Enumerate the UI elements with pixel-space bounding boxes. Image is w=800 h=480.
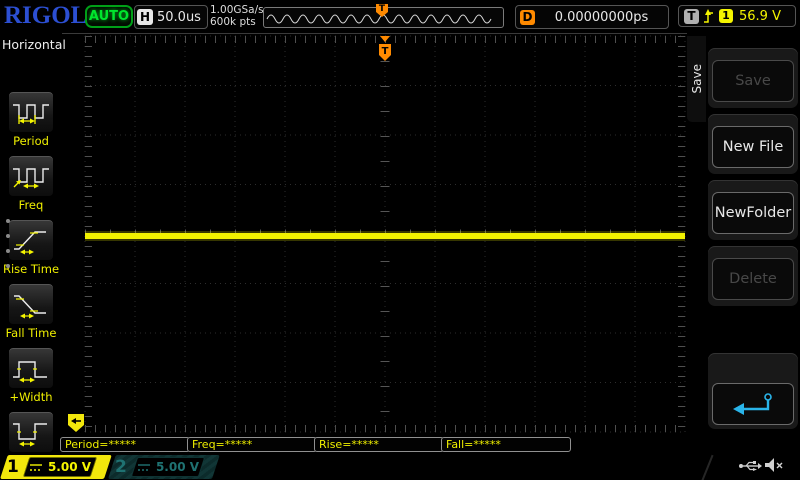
menu-slot: NewFolder [708, 180, 798, 240]
menu-slot [708, 353, 798, 429]
graticule: T [68, 35, 686, 433]
channel-2-number: 2 [115, 457, 127, 477]
channel-2-status[interactable]: 2 5.00 V [108, 455, 220, 479]
rigol-logo: RIGOL [4, 2, 88, 29]
channel-2-panel: 5.00 V [130, 457, 206, 477]
usb-icon [739, 461, 762, 471]
freq-icon [13, 168, 49, 189]
run-status-badge: AUTO [85, 5, 133, 28]
trigger-delay-box: D 0.00000000ps [515, 5, 669, 29]
measurement-rise: Rise=***** [314, 437, 444, 452]
bottom-bar-divider [700, 454, 714, 480]
trigger-source-badge: 1 [719, 9, 733, 23]
sidebar-item-label: Period [13, 134, 49, 148]
new-folder-button[interactable]: NewFolder [712, 192, 794, 234]
rise-time-button[interactable] [8, 219, 54, 261]
menu-slot: Save [708, 48, 798, 108]
fall-time-icon [14, 295, 46, 319]
save-menu: Save Save New File NewFolder Delete [687, 33, 800, 445]
return-arrow-icon [733, 393, 772, 415]
menu-scroll-dot [6, 249, 10, 253]
delay-value: 0.00000000ps [554, 9, 649, 25]
period-icon [13, 104, 49, 124]
minus-width-button[interactable] [8, 411, 54, 453]
delete-button[interactable]: Delete [712, 258, 794, 300]
rise-time-icon [14, 231, 46, 255]
dc-coupling-icon [29, 463, 42, 471]
channel-1-scale: 5.00 V [47, 460, 92, 474]
horizontal-label: H [137, 9, 153, 25]
sample-rate: 1.00GSa/s [210, 4, 264, 16]
plus-width-icon [13, 361, 47, 383]
new-file-button[interactable]: New File [712, 126, 794, 168]
trigger-info-box: T 1 56.9 V [678, 5, 796, 27]
channel-1-number: 1 [7, 457, 19, 477]
channel-1-panel: 5.00 V [22, 457, 98, 477]
sidebar-item-fall-time: Fall Time [0, 283, 62, 340]
menu-scroll-dot [6, 264, 10, 268]
channel-2-scale: 5.00 V [155, 460, 200, 474]
menu-slot: New File [708, 114, 798, 174]
oscilloscope-screen: { "top_bar": { "logo": "RIGOL", "run_sta… [0, 0, 800, 480]
plus-width-button[interactable] [8, 347, 54, 389]
sidebar-item-freq: Freq [0, 155, 62, 212]
sidebar-item-label: Freq [18, 198, 44, 212]
memory-depth: 600k pts [210, 16, 256, 28]
fall-time-button[interactable] [8, 283, 54, 325]
measure-sidebar: Horizontal Period Freq Rise Time Fall Ti… [0, 33, 66, 480]
trigger-position-marker-icon[interactable]: T [379, 36, 391, 61]
enter-button[interactable] [712, 383, 794, 425]
horizontal-scale-box: H 50.0us [134, 5, 208, 29]
delay-label: D [520, 9, 535, 25]
channel-status-bar: 1 5.00 V 2 5.00 V [0, 453, 800, 480]
channel-1-status[interactable]: 1 5.00 V [0, 455, 112, 479]
freq-button[interactable] [8, 155, 54, 197]
menu-tab-label: Save [689, 64, 704, 94]
measurement-fall: Fall=***** [441, 437, 571, 452]
trigger-level-value: 56.9 V [739, 8, 781, 24]
trigger-label: T [684, 8, 699, 24]
rising-edge-icon [704, 8, 713, 23]
menu-scroll-dot [6, 219, 10, 223]
waveform-memory-preview: T [263, 4, 504, 28]
menu-scroll-dot [6, 234, 10, 238]
measurement-period: Period=***** [60, 437, 190, 452]
minus-width-icon [13, 423, 47, 447]
ch1-offset-marker-icon[interactable] [68, 414, 84, 432]
svg-text:T: T [382, 46, 389, 57]
sidebar-item-label: +Width [9, 390, 53, 404]
measure-menu-title: Horizontal [2, 37, 66, 52]
sidebar-item-period: Period [0, 91, 62, 148]
dc-coupling-icon [137, 463, 150, 471]
sidebar-item-plus-width: +Width [0, 347, 62, 404]
speaker-muted-icon [765, 458, 783, 472]
sidebar-item-label: Fall Time [5, 326, 57, 340]
horizontal-scale-value: 50.0us [157, 9, 201, 25]
measurement-freq: Freq=***** [187, 437, 317, 452]
menu-tab-save: Save [687, 36, 706, 122]
menu-slot: Delete [708, 246, 798, 306]
save-button[interactable]: Save [712, 60, 794, 102]
period-button[interactable] [8, 91, 54, 133]
acquisition-info: 1.00GSa/s 600k pts [210, 4, 264, 28]
top-status-bar: RIGOL AUTO H 50.0us 1.00GSa/s 600k pts T… [0, 0, 800, 34]
